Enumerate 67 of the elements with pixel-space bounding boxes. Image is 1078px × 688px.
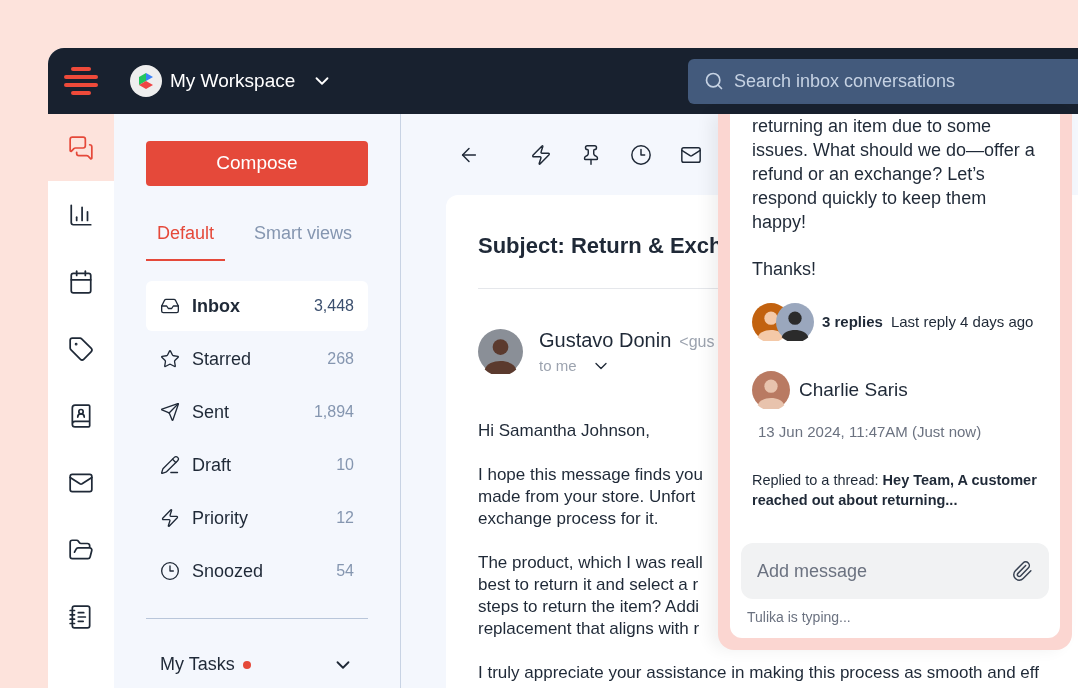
reply-count[interactable]: 3 replies — [822, 310, 883, 334]
lightning-icon[interactable] — [530, 143, 552, 166]
folder-label: Priority — [192, 506, 248, 530]
folder-count: 12 — [336, 508, 354, 528]
folder-label: Snoozed — [192, 559, 264, 583]
comment-author: Charlie Saris — [799, 377, 908, 402]
email-body-line: replacement that aligns with r — [478, 617, 700, 640]
folder-item[interactable]: Draft 10 — [146, 440, 368, 490]
email-body-line: The product, which I was reall — [478, 551, 703, 574]
paperclip-icon[interactable] — [1011, 560, 1033, 582]
email-body-line: steps to return the item? Addi — [478, 595, 700, 618]
contact-book-icon — [68, 402, 94, 429]
folder-label: Inbox — [192, 294, 240, 318]
compose-button[interactable]: Compose — [146, 141, 368, 186]
last-reply-time: Last reply 4 days ago — [890, 311, 1034, 332]
email-body-line: I truly appreciate your assistance in making this process as smooth and eff — [478, 661, 1039, 684]
folder-icon — [68, 536, 94, 563]
folder-label: Draft — [192, 453, 231, 477]
folder-item[interactable]: Sent 1,894 — [146, 387, 368, 437]
email-body-line: I hope this message finds you — [478, 463, 703, 486]
workspace-logo-icon — [130, 65, 162, 97]
folder-count: 268 — [327, 349, 354, 369]
sign-off: Thanks! — [752, 258, 818, 281]
note-icon — [68, 603, 94, 630]
comment-time: 13 Jun 2024, 11:47AM (Just now) — [757, 422, 983, 442]
email-body-line: exchange process for it. — [478, 507, 659, 530]
folder-item[interactable]: Priority 12 — [146, 493, 368, 543]
logo-icon[interactable] — [63, 66, 99, 96]
message-field[interactable]: Add message — [741, 543, 1049, 599]
inbox-icon — [160, 296, 180, 316]
clock-icon — [160, 561, 180, 581]
send-icon — [160, 402, 180, 422]
tag-icon — [68, 335, 94, 362]
clock-icon[interactable] — [630, 143, 652, 166]
sender-address: <gus — [679, 332, 715, 352]
folder-count: 54 — [336, 561, 354, 581]
view-tab[interactable]: Default — [146, 220, 226, 261]
calendar-icon — [68, 268, 94, 295]
email-body-line: Hi Samantha Johnson, — [478, 419, 650, 442]
star-icon — [160, 349, 180, 369]
search-field[interactable]: Search inbox conversations — [688, 58, 1078, 104]
avatar — [478, 328, 523, 374]
folder-item[interactable]: Snoozed 54 — [146, 546, 368, 596]
folder-label: Sent — [192, 400, 230, 424]
thread-message: returning an item due to some issues. What should we do—offer a refund or an exchange? Let’s respond quickly to keep them happy! — [752, 115, 1036, 234]
lightning-icon — [160, 508, 180, 528]
workspace-switcher[interactable]: My Workspace — [130, 65, 334, 97]
bar-chart-icon — [68, 201, 94, 228]
typing-indicator: Tulika is typing... — [747, 608, 852, 627]
chat-icon — [68, 134, 94, 161]
folder-count: 3,448 — [313, 296, 354, 316]
folder-count: 1,894 — [313, 402, 354, 422]
folder-item[interactable]: Inbox 3,448 — [146, 281, 368, 331]
search-icon — [704, 70, 724, 91]
sender-name: Gustavo Donin — [539, 328, 672, 353]
folder-label: Starred — [192, 347, 252, 371]
email-body-line: best to return it and select a r — [478, 573, 699, 596]
folder-count: 10 — [336, 455, 354, 475]
avatar — [752, 371, 790, 409]
avatar — [776, 303, 814, 341]
comment-text: Replied to a thread: Hey Team, A customer reached out about returning... — [752, 470, 1037, 510]
my-tasks-label: My Tasks — [160, 653, 235, 676]
email-body-line: made from your store. Unfort — [478, 485, 696, 508]
folder-item[interactable]: Starred 268 — [146, 334, 368, 384]
recipient-label: to me — [539, 356, 577, 376]
pencil-icon — [160, 455, 180, 475]
my-tasks-section[interactable]: My Tasks — [146, 651, 368, 678]
